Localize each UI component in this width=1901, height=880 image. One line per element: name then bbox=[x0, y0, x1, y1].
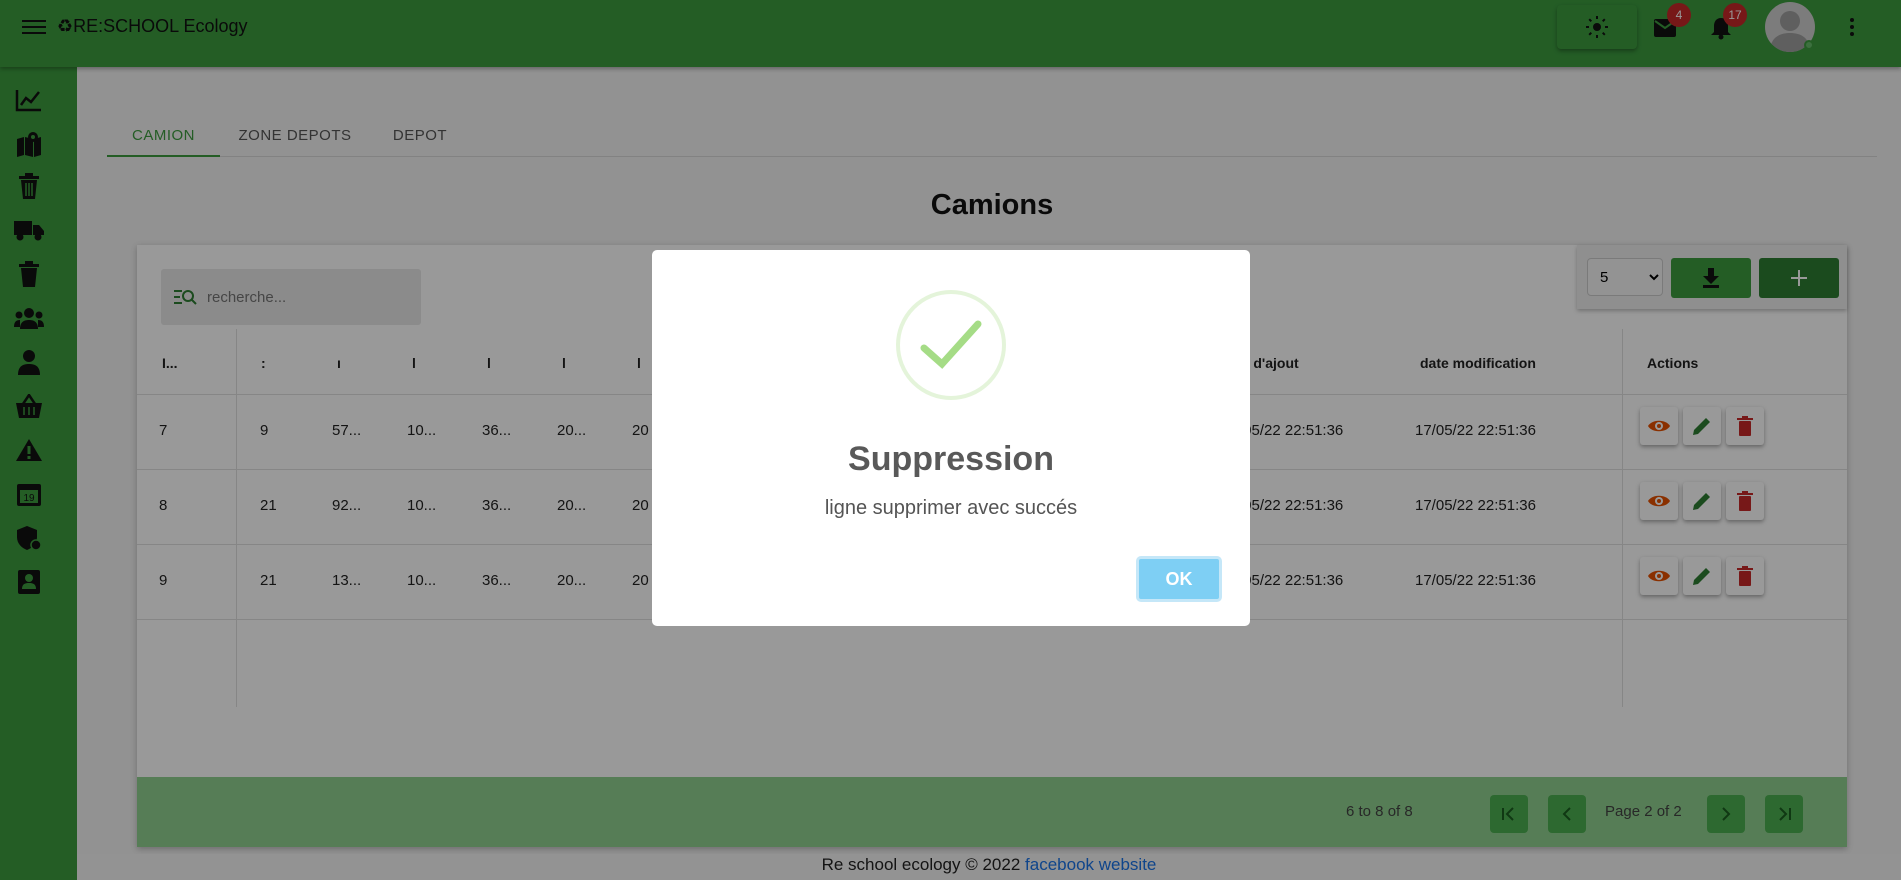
dialog-message: ligne supprimer avec succés bbox=[824, 497, 1078, 519]
checkmark-icon bbox=[920, 320, 982, 369]
success-check-icon bbox=[896, 290, 1006, 400]
success-dialog: Suppression ligne supprimer avec succés … bbox=[652, 250, 1250, 626]
dialog-title: Suppression bbox=[848, 440, 1054, 478]
ok-button[interactable]: OK bbox=[1136, 556, 1222, 602]
